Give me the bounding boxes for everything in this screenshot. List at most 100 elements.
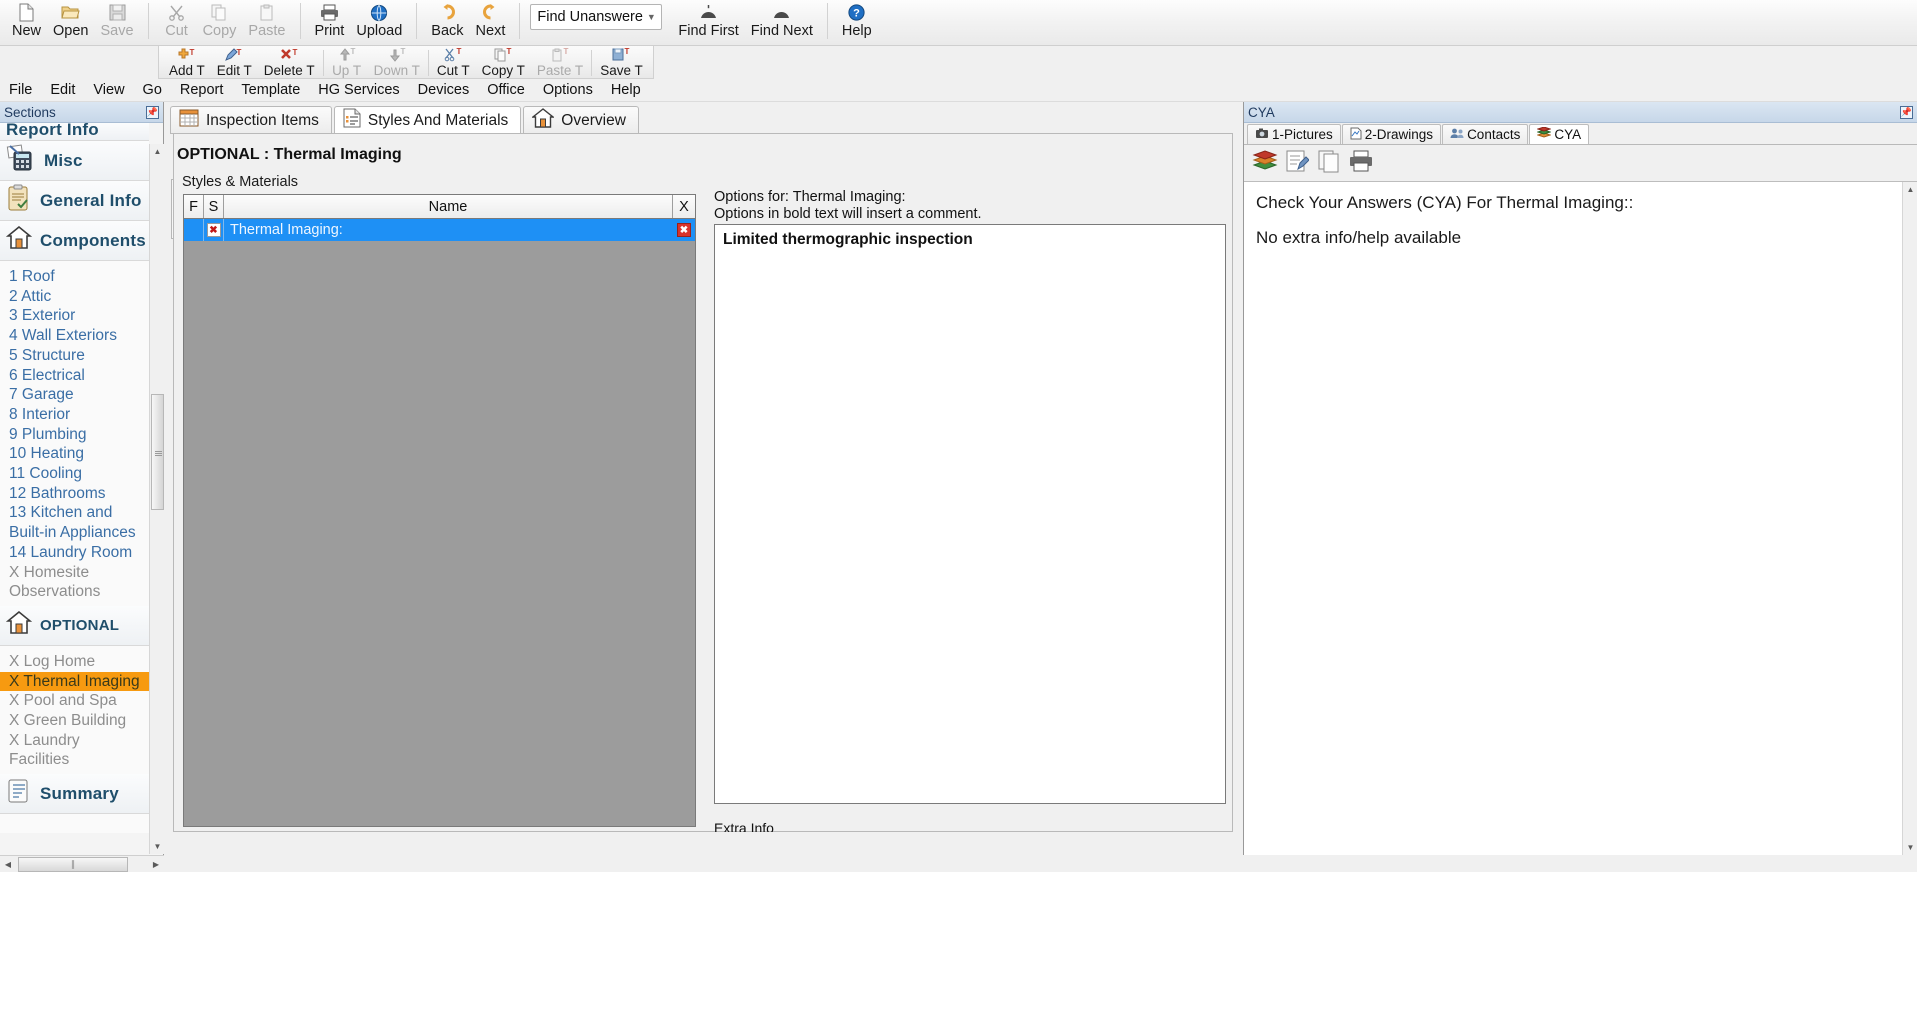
scroll-up-icon[interactable]: ▲ (1903, 182, 1917, 197)
sidebar-scroll-thumb[interactable] (151, 394, 164, 510)
scroll-down-icon[interactable]: ▼ (150, 839, 165, 854)
sidebar-item-interior[interactable]: 8 Interior (0, 405, 149, 425)
scroll-right-icon[interactable]: ▶ (148, 857, 164, 872)
new-button[interactable]: New (6, 0, 47, 41)
find-first-button[interactable]: Find First (672, 0, 744, 41)
edit-template-icon: T (225, 48, 243, 63)
chevron-down-icon[interactable]: ▼ (643, 12, 659, 22)
sidebar-item-cooling[interactable]: 11 Cooling (0, 464, 149, 484)
print-button-label: Print (314, 23, 345, 39)
sidebar-item-homesite-observations[interactable]: X Homesite Observations (0, 563, 149, 602)
open-button[interactable]: Open (47, 0, 94, 41)
pin-icon[interactable]: 📌 (1900, 105, 1913, 119)
tab-cya[interactable]: CYA (1529, 124, 1590, 144)
menu-item-options[interactable]: Options (534, 80, 602, 100)
scroll-up-icon[interactable]: ▲ (150, 144, 165, 159)
grid-cell-x[interactable]: ✖ (673, 219, 695, 241)
grid-col-f[interactable]: F (184, 195, 204, 218)
sidebar-item-roof[interactable]: 1 Roof (0, 267, 149, 287)
menu-item-edit[interactable]: Edit (41, 80, 84, 100)
sidebar-item-pool-and-spa[interactable]: X Pool and Spa (0, 691, 149, 711)
menu-item-template[interactable]: Template (232, 80, 309, 100)
tab-drawings[interactable]: 2-Drawings (1341, 124, 1442, 144)
menu-item-go[interactable]: Go (134, 80, 171, 100)
help-button[interactable]: ? Help (836, 0, 878, 41)
find-next-button[interactable]: Find Next (745, 0, 819, 41)
cya-edit-button[interactable] (1282, 148, 1312, 178)
sidebar-item-laundry-facilities[interactable]: X Laundry Facilities (0, 731, 149, 770)
toolbar-divider (427, 50, 429, 76)
sidebar-item-plumbing[interactable]: 9 Plumbing (0, 425, 149, 445)
sidebar-item-heating[interactable]: 10 Heating (0, 444, 149, 464)
sidebar-hscroll-thumb[interactable]: ∥ (18, 856, 128, 872)
print-button[interactable]: Print (309, 0, 351, 41)
sidebar-item-thermal-imaging[interactable]: X Thermal Imaging (0, 671, 149, 692)
sidebar-item-wall-exteriors[interactable]: 4 Wall Exteriors (0, 326, 149, 346)
sidebar-hscroll-track[interactable]: ∥ (16, 856, 148, 872)
sidebar-band-optional[interactable]: OPTIONAL (0, 605, 149, 646)
cya-paragraph-title: Check Your Answers (CYA) For Thermal Ima… (1256, 193, 1634, 212)
find-mode-dropdown[interactable]: Find Unanswered ▼ (530, 4, 663, 30)
sidebar-item-attic[interactable]: 2 Attic (0, 287, 149, 307)
menu-item-report[interactable]: Report (171, 80, 233, 100)
sidebar-band-summary[interactable]: Summary (0, 774, 149, 815)
scroll-down-icon[interactable]: ▼ (1903, 840, 1917, 855)
add-template-button[interactable]: T Add T (163, 46, 211, 79)
menu-item-help[interactable]: Help (602, 80, 650, 100)
copy-template-button[interactable]: T Copy T (476, 46, 531, 79)
sidebar-item-kitchen[interactable]: 13 Kitchen and Built-in Appliances (0, 503, 149, 542)
sidebar-item-electrical[interactable]: 6 Electrical (0, 366, 149, 386)
sidebar-horizontal-scrollbar[interactable]: ◀ ∥ ▶ (0, 855, 164, 872)
sidebar-item-structure[interactable]: 5 Structure (0, 346, 149, 366)
scroll-left-icon[interactable]: ◀ (0, 857, 16, 872)
sidebar-item-garage[interactable]: 7 Garage (0, 385, 149, 405)
grid-cell-name[interactable]: Thermal Imaging: (224, 219, 673, 241)
sidebar-band-report-info[interactable]: Report Info (0, 123, 149, 141)
tab-overview[interactable]: Overview (523, 106, 639, 134)
back-button[interactable]: Back (425, 0, 469, 41)
sidebar-item-log-home[interactable]: X Log Home (0, 652, 149, 672)
tab-contacts[interactable]: Contacts (1442, 124, 1529, 144)
grid-col-s[interactable]: S (204, 195, 224, 218)
upload-button[interactable]: Upload (350, 0, 408, 41)
delete-template-button[interactable]: T Delete T (258, 46, 321, 79)
sidebar-item-exterior[interactable]: 3 Exterior (0, 306, 149, 326)
grid-col-x[interactable]: X (673, 195, 695, 218)
house-icon (531, 108, 556, 133)
tab-pictures[interactable]: 1-Pictures (1247, 124, 1341, 144)
cya-copy-button[interactable] (1314, 148, 1344, 178)
sidebar-item-bathrooms[interactable]: 12 Bathrooms (0, 484, 149, 504)
x-mark-icon[interactable]: ✖ (206, 223, 221, 237)
option-item-limited-thermographic-inspection[interactable]: Limited thermographic inspection (723, 231, 1217, 249)
sidebar-vertical-scrollbar[interactable]: ▲ ▼ (149, 144, 165, 854)
menu-item-office[interactable]: Office (478, 80, 534, 100)
menu-item-file[interactable]: File (0, 80, 41, 100)
menu-item-hg-services[interactable]: HG Services (309, 80, 408, 100)
edit-template-button[interactable]: T Edit T (211, 46, 258, 79)
sidebar-band-components[interactable]: Components (0, 221, 149, 261)
cya-books-button[interactable] (1250, 148, 1280, 178)
grid-col-name[interactable]: Name (224, 195, 673, 218)
options-list[interactable]: Limited thermographic inspection (714, 224, 1226, 804)
sidebar-band-general-info[interactable]: General Info (0, 181, 149, 221)
sidebar-band-misc[interactable]: Misc (0, 141, 149, 181)
delete-row-icon[interactable]: ✖ (677, 223, 691, 237)
tab-styles-and-materials[interactable]: Styles And Materials (333, 106, 522, 134)
cut-template-button[interactable]: T Cut T (431, 46, 476, 79)
next-button[interactable]: Next (470, 0, 512, 41)
grid-cell-f[interactable] (184, 219, 204, 241)
cya-vertical-scrollbar[interactable]: ▲ ▼ (1902, 182, 1917, 855)
sidebar-item-laundry-room[interactable]: 14 Laundry Room (0, 543, 149, 563)
cya-panel: CYA 📌 1-Pictures 2-Drawings Contacts CYA… (1243, 102, 1917, 855)
tab-inspection-items[interactable]: Inspection Items (170, 106, 332, 134)
toolbar-group-file: New Open Save (0, 0, 146, 44)
paste-template-button: T Paste T (531, 46, 589, 79)
table-row[interactable]: ✖ Thermal Imaging: ✖ (184, 219, 695, 241)
save-template-button[interactable]: T Save T (594, 46, 649, 79)
sidebar-item-green-building[interactable]: X Green Building (0, 711, 149, 731)
pin-icon[interactable]: 📌 (146, 105, 159, 119)
cya-print-button[interactable] (1346, 148, 1376, 178)
menu-item-view[interactable]: View (84, 80, 133, 100)
grid-cell-s[interactable]: ✖ (204, 219, 224, 241)
menu-item-devices[interactable]: Devices (409, 80, 479, 100)
